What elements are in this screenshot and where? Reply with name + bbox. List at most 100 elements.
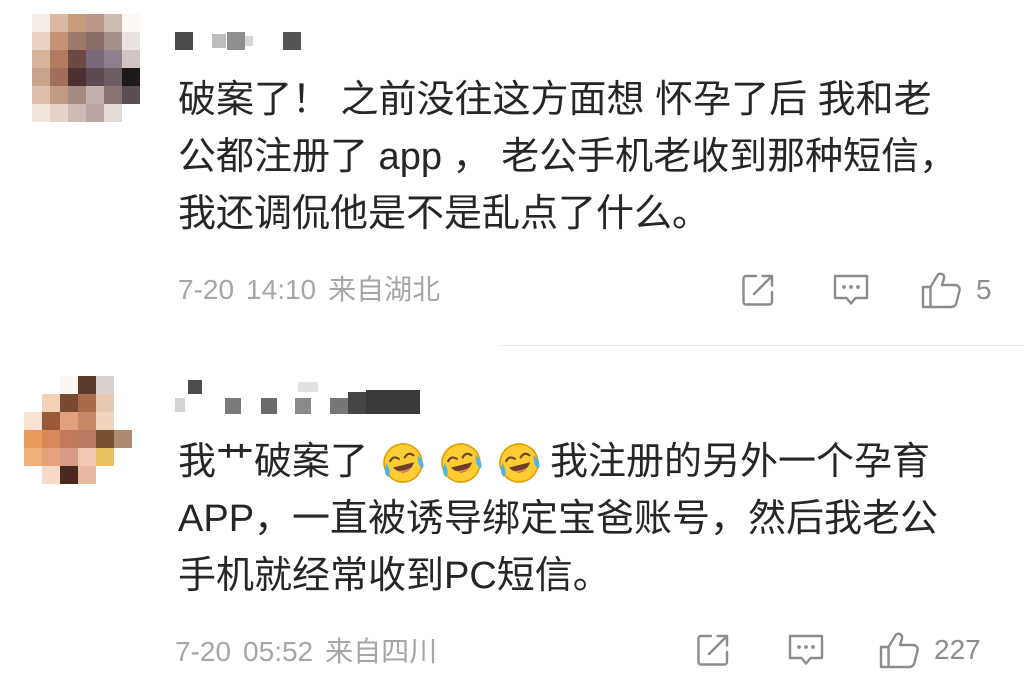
avatar-mosaic-cell <box>86 104 104 122</box>
comment-divider <box>500 345 1024 346</box>
avatar-mosaic-cell <box>96 430 114 448</box>
avatar-mosaic-cell <box>60 466 78 484</box>
share-button[interactable] <box>695 632 731 668</box>
avatar-mosaic-cell <box>60 430 78 448</box>
comment-date: 7-20 <box>175 636 232 667</box>
avatar-mosaic-cell <box>50 14 68 32</box>
avatar-mosaic-cell <box>86 50 104 68</box>
avatar-mosaic-cell <box>104 86 122 104</box>
avatar-mosaic-cell <box>86 86 104 104</box>
avatar-mosaic-cell <box>60 394 78 412</box>
avatar-mosaic-cell <box>96 394 114 412</box>
comment-text: 破案了！ 之前没往这方面想 怀孕了后 我和老 公都注册了 app ， 老公手机老… <box>178 72 957 243</box>
share-icon <box>740 272 776 308</box>
avatar-mosaic-cell <box>68 50 86 68</box>
comment-time: 14:10 <box>246 274 317 305</box>
avatar-mosaic-cell <box>114 376 132 394</box>
avatar-mosaic-cell <box>104 50 122 68</box>
comment-location: 来自湖北 <box>328 274 441 305</box>
avatar-mosaic-cell <box>86 14 104 32</box>
thumbs-up-icon <box>878 630 920 670</box>
like-count: 5 <box>976 274 992 305</box>
avatar-mosaic-cell <box>104 32 122 50</box>
avatar-mosaic-cell <box>24 394 42 412</box>
avatar-mosaic-cell <box>68 68 86 86</box>
avatar-mosaic-cell <box>68 32 86 50</box>
avatar-mosaic-cell <box>60 412 78 430</box>
avatar[interactable] <box>24 376 132 484</box>
avatar-mosaic-cell <box>50 104 68 122</box>
comment-icon <box>787 633 825 667</box>
avatar-mosaic-cell <box>32 50 50 68</box>
share-button[interactable] <box>740 272 776 308</box>
avatar-mosaic-cell <box>96 412 114 430</box>
avatar-mosaic-cell <box>114 448 132 466</box>
reply-button[interactable] <box>787 633 825 667</box>
avatar-mosaic-cell <box>104 104 122 122</box>
comment-time: 05:52 <box>243 636 314 667</box>
avatar-mosaic-cell <box>42 430 60 448</box>
comment-text-line: 破案了！ 之前没往这方面想 怀孕了后 我和老 <box>178 79 932 121</box>
comment-date: 7-20 <box>178 274 235 305</box>
reply-button[interactable] <box>832 273 870 307</box>
share-icon <box>695 632 731 668</box>
avatar-mosaic-cell <box>96 466 114 484</box>
avatar-mosaic-cell <box>104 14 122 32</box>
avatar-mosaic-cell <box>24 376 42 394</box>
like-button[interactable]: 5 <box>920 270 992 310</box>
avatar-mosaic-cell <box>50 86 68 104</box>
comment-meta: 7-20 05:52 来自四川 <box>175 634 449 670</box>
avatar-mosaic-cell <box>42 376 60 394</box>
avatar-mosaic-cell <box>114 430 132 448</box>
avatar-mosaic-cell <box>42 394 60 412</box>
avatar-mosaic-cell <box>122 86 140 104</box>
comment-text-line: 我还调侃他是不是乱点了什么。 <box>178 193 711 235</box>
comment-text-line: APP，一直被诱导绑定宝爸账号，然后我老公 <box>178 498 939 540</box>
avatar-mosaic-cell <box>50 68 68 86</box>
avatar-mosaic-cell <box>68 104 86 122</box>
username-redacted[interactable] <box>175 30 305 52</box>
avatar-mosaic-cell <box>114 412 132 430</box>
avatar-mosaic-cell <box>24 448 42 466</box>
avatar-mosaic-cell <box>114 394 132 412</box>
comment-meta: 7-20 14:10 来自湖北 <box>178 272 452 308</box>
like-count: 227 <box>934 634 981 665</box>
avatar-mosaic-cell <box>104 68 122 86</box>
avatar-mosaic-cell <box>122 68 140 86</box>
avatar-mosaic-cell <box>42 448 60 466</box>
comment-icon <box>832 273 870 307</box>
avatar-mosaic-cell <box>114 466 132 484</box>
comment-location: 来自四川 <box>325 636 438 667</box>
avatar-mosaic-cell <box>32 14 50 32</box>
avatar-mosaic-cell <box>78 448 96 466</box>
avatar-mosaic-cell <box>96 448 114 466</box>
avatar[interactable] <box>32 14 140 122</box>
laughing-crying-emoji-icon <box>380 440 426 486</box>
comment-text-line: 我艹破案了 我注册的另外一个孕育 <box>178 434 938 491</box>
avatar-mosaic-cell <box>78 394 96 412</box>
avatar-mosaic-cell <box>78 376 96 394</box>
avatar-mosaic-cell <box>50 32 68 50</box>
avatar-mosaic-cell <box>78 412 96 430</box>
like-button[interactable]: 227 <box>878 630 981 670</box>
avatar-mosaic-cell <box>24 430 42 448</box>
comment-text-line: 公都注册了 app ， 老公手机老收到那种短信， <box>178 136 958 178</box>
avatar-mosaic-cell <box>122 50 140 68</box>
avatar-mosaic-cell <box>86 32 104 50</box>
avatar-mosaic-cell <box>24 466 42 484</box>
username-redacted[interactable] <box>175 380 425 416</box>
avatar-mosaic-cell <box>42 466 60 484</box>
avatar-mosaic-cell <box>32 32 50 50</box>
avatar-mosaic-cell <box>42 412 60 430</box>
avatar-mosaic-cell <box>78 430 96 448</box>
avatar-mosaic-cell <box>32 68 50 86</box>
thumbs-up-icon <box>920 270 962 310</box>
comment-text-segment: 我艹破案了 <box>178 441 369 483</box>
avatar-mosaic-cell <box>50 50 68 68</box>
avatar-mosaic-cell <box>60 448 78 466</box>
avatar-mosaic-cell <box>122 14 140 32</box>
avatar-mosaic-cell <box>122 32 140 50</box>
comment-text-line: 手机就经常收到PC短信。 <box>178 555 611 597</box>
avatar-mosaic-cell <box>78 466 96 484</box>
avatar-mosaic-cell <box>24 412 42 430</box>
